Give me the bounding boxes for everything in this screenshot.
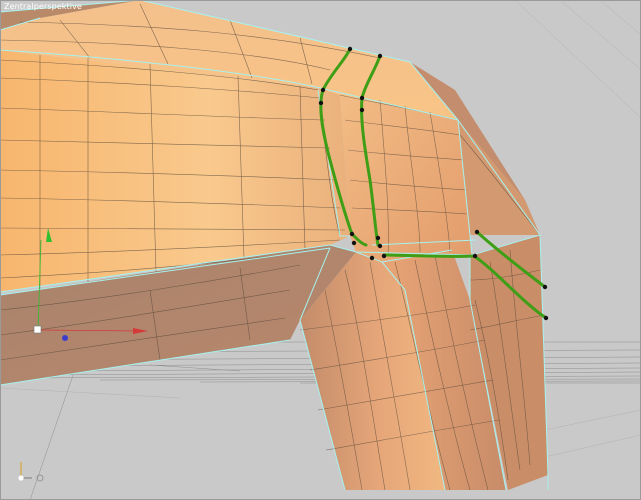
corner-block[interactable] (340, 95, 472, 262)
z-axis-handle-icon (62, 335, 68, 341)
gizmo-origin-icon (33, 325, 42, 334)
viewport-scene[interactable] (0, 0, 641, 500)
view-orientation-gizmo[interactable] (18, 462, 44, 482)
3d-viewport[interactable]: Zentralperspektive (0, 0, 641, 500)
view-mode-label[interactable]: Zentralperspektive (4, 2, 82, 11)
